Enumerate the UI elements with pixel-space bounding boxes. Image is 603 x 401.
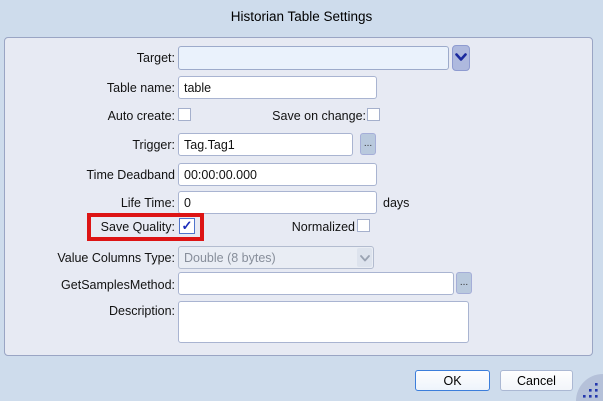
time-deadband-input[interactable] (178, 163, 377, 186)
cancel-button[interactable]: Cancel (500, 370, 573, 391)
disabled-dropdown-button (357, 248, 372, 267)
get-samples-method-browse-button[interactable]: ... (456, 272, 472, 294)
save-on-change-label: Save on change: (200, 109, 366, 123)
get-samples-method-label: GetSamplesMethod: (0, 278, 175, 292)
life-time-input[interactable] (178, 191, 377, 214)
chevron-down-gray-icon (360, 251, 370, 265)
resize-grip[interactable] (576, 374, 603, 401)
target-combobox[interactable] (178, 46, 449, 70)
save-quality-checkbox[interactable]: ✓ (179, 218, 195, 234)
description-textarea[interactable] (178, 301, 469, 343)
value-columns-type-label: Value Columns Type: (0, 251, 175, 265)
dialog-title: Historian Table Settings (0, 9, 603, 24)
trigger-browse-button[interactable]: ... (360, 133, 376, 155)
value-columns-type-combobox (178, 246, 374, 269)
historian-table-settings-dialog: Historian Table Settings Target: Table n… (0, 0, 603, 401)
save-on-change-checkbox[interactable] (367, 108, 380, 121)
chevron-down-icon (455, 51, 467, 65)
time-deadband-label: Time Deadband (0, 168, 175, 182)
life-time-label: Life Time: (0, 196, 175, 210)
trigger-input[interactable] (178, 133, 353, 156)
normalized-checkbox[interactable] (357, 219, 370, 232)
checkmark-icon: ✓ (182, 218, 193, 233)
get-samples-method-input[interactable] (178, 272, 454, 295)
trigger-label: Trigger: (0, 138, 175, 152)
target-label: Target: (0, 51, 175, 65)
target-dropdown-button[interactable] (452, 45, 470, 71)
save-quality-label: Save Quality: (0, 220, 175, 234)
ok-button[interactable]: OK (415, 370, 490, 391)
description-label: Description: (0, 304, 175, 318)
table-name-input[interactable] (178, 76, 377, 99)
auto-create-label: Auto create: (0, 109, 175, 123)
auto-create-checkbox[interactable] (178, 108, 191, 121)
table-name-label: Table name: (0, 81, 175, 95)
life-time-unit-label: days (383, 196, 409, 210)
normalized-label: Normalized (250, 220, 355, 234)
